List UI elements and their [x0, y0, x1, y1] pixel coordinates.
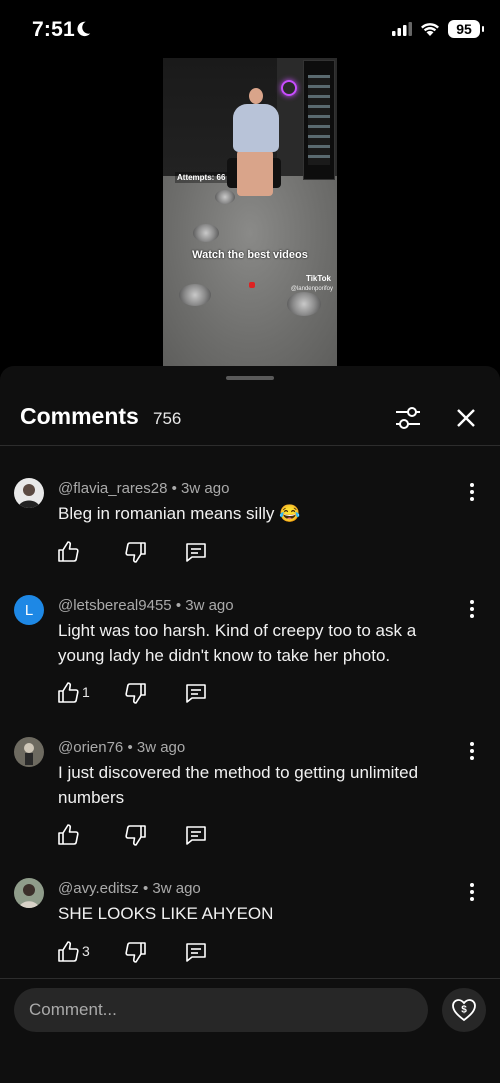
thumbs-down-icon[interactable] [124, 681, 148, 705]
comment-actions: 3 [56, 940, 256, 964]
video-overlay-attempts: Attempts: 66 [175, 172, 228, 183]
comment-meta: @avy.editsz • 3w ago [58, 880, 201, 897]
comment-item: @avy.editsz • 3w ago SHE LOOKS LIKE AHYE… [0, 878, 500, 968]
comments-sheet: Comments 756 @flavia_rares28 • 3w ago Bl… [0, 366, 500, 1083]
meta-separator: • [142, 880, 153, 897]
heart-dollar-icon: $ [452, 999, 476, 1022]
comment-age: 3w ago [185, 597, 234, 614]
meta-separator: • [175, 597, 186, 614]
reply-icon[interactable] [184, 540, 208, 564]
close-icon[interactable] [450, 402, 482, 434]
meta-separator: • [127, 739, 137, 756]
video-scene-person-body [233, 104, 279, 152]
comment-age: 3w ago [136, 739, 186, 756]
video-scene-neon-sign [281, 80, 297, 96]
comment-age: 3w ago [152, 880, 201, 897]
more-vertical-icon[interactable] [462, 480, 482, 504]
comment-actions [56, 823, 256, 847]
reply-icon[interactable] [184, 823, 208, 847]
comment-input[interactable] [14, 988, 428, 1032]
drag-handle[interactable] [226, 376, 274, 380]
sliders-icon[interactable] [392, 402, 424, 434]
reply-icon[interactable] [184, 681, 208, 705]
thumbs-up-icon[interactable] [56, 940, 80, 964]
battery-indicator: 95 [448, 20, 484, 38]
comment-age: 3w ago [181, 480, 230, 497]
thumbs-down-icon[interactable] [124, 823, 148, 847]
video-scene-pan [193, 224, 219, 242]
comment-item: L @letsbereal9455 • 3w ago Light was too… [0, 595, 500, 715]
more-vertical-icon[interactable] [462, 597, 482, 621]
comment-meta: @letsbereal9455 • 3w ago [58, 597, 234, 614]
comment-text: Light was too harsh. Kind of creepy too … [58, 621, 417, 665]
like-count: 3 [82, 943, 90, 959]
avatar[interactable] [14, 878, 44, 908]
more-vertical-icon[interactable] [462, 739, 482, 763]
thumbs-up-icon[interactable] [56, 681, 80, 705]
tiktok-watermark: TikTok [305, 274, 331, 283]
video-scene-pan [215, 190, 235, 204]
video-scene-fridge [303, 60, 335, 180]
status-indicators: 95 [392, 20, 484, 38]
comment-item: @flavia_rares28 • 3w ago Bleg in romania… [0, 478, 500, 578]
comment-item: @orien76 • 3w ago I just discovered the … [0, 737, 500, 857]
video-scene-floor [163, 176, 337, 366]
comment-author[interactable]: @letsbereal9455 [58, 597, 172, 614]
video-overlay-caption: Watch the best videos [192, 249, 308, 261]
video-scene-person-legs [237, 150, 273, 196]
avatar[interactable] [14, 737, 44, 767]
thumbs-down-icon[interactable] [124, 940, 148, 964]
comment-composer: $ [0, 978, 500, 1083]
video-scene-pan [287, 292, 321, 316]
thumbs-down-icon[interactable] [124, 540, 148, 564]
comment-text: I just discovered the method to getting … [58, 763, 419, 807]
status-time: 7:51 [32, 18, 75, 41]
comment-author[interactable]: @flavia_rares28 [58, 480, 167, 497]
meta-separator: • [171, 480, 182, 497]
reply-icon[interactable] [184, 940, 208, 964]
thumbs-up-icon[interactable] [56, 540, 80, 564]
avatar-letter: L [24, 601, 34, 619]
thanks-button[interactable]: $ [442, 988, 486, 1032]
comment-author[interactable]: @orien76 [58, 739, 123, 756]
thumbs-up-icon[interactable] [56, 823, 80, 847]
comments-title: Comments [20, 403, 139, 429]
moon-icon [77, 21, 91, 37]
video-scene-pan [179, 284, 211, 306]
wifi-icon [421, 22, 439, 36]
tiktok-watermark-handle: @landenporifoy [290, 286, 333, 292]
video-scene-cup [249, 282, 255, 288]
like-count: 1 [82, 684, 90, 700]
status-bar: 7:51 95 [0, 0, 500, 58]
comment-meta: @orien76 • 3w ago [58, 739, 185, 756]
avatar[interactable] [14, 478, 44, 508]
signal-icon [392, 22, 412, 36]
comment-text: Bleg in romanian means silly 😂 [58, 504, 301, 523]
comment-text: SHE LOOKS LIKE AHYEON [58, 904, 274, 923]
video-scene-person-head [249, 88, 263, 104]
comment-actions: 1 [56, 681, 256, 705]
more-vertical-icon[interactable] [462, 880, 482, 904]
comment-actions [56, 540, 256, 564]
video-player[interactable]: Attempts: 66 Watch the best videos TikTo… [163, 58, 337, 366]
comments-header: Comments 756 [0, 394, 500, 446]
comments-count: 756 [153, 409, 182, 428]
avatar[interactable]: L [14, 595, 44, 625]
comment-meta: @flavia_rares28 • 3w ago [58, 480, 229, 497]
comment-author[interactable]: @avy.editsz [58, 880, 139, 897]
svg-text:$: $ [461, 1005, 467, 1016]
